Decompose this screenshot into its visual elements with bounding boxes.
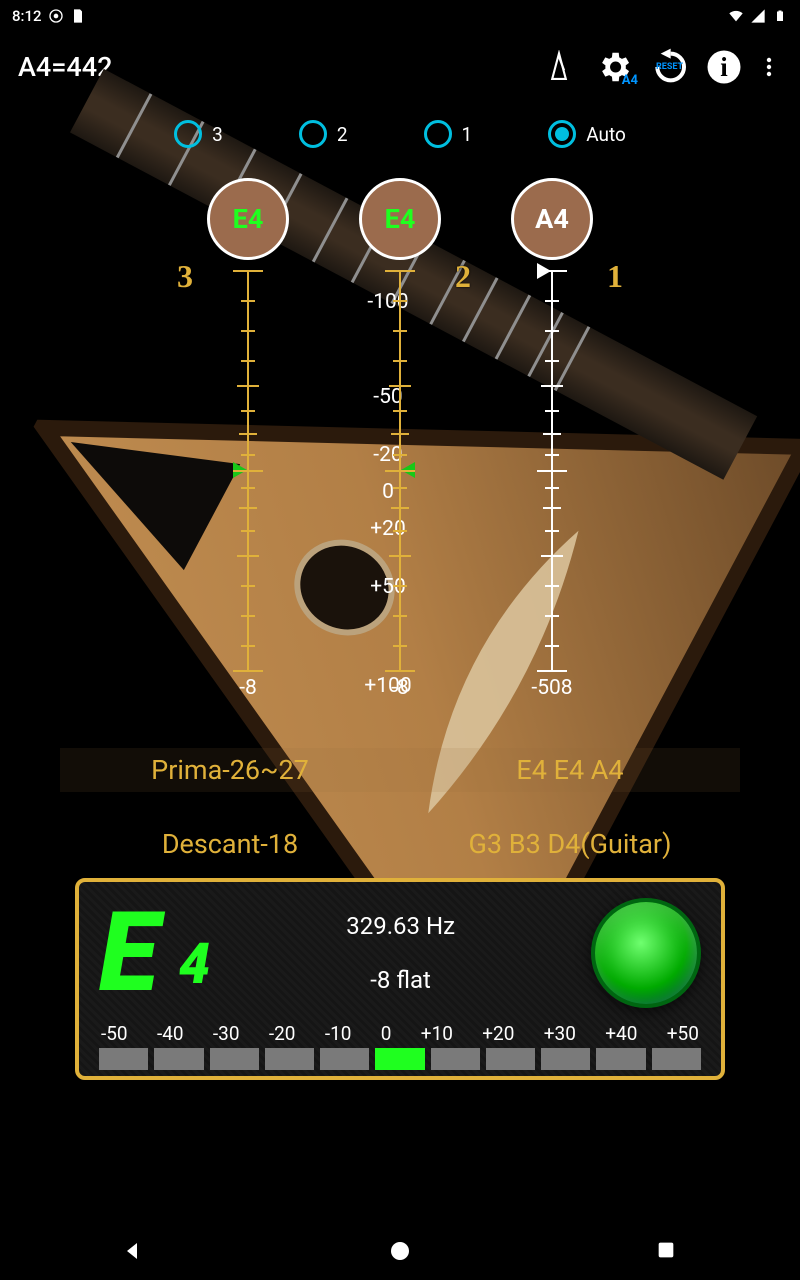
radio-label: Auto bbox=[586, 123, 626, 146]
pitch-ruler bbox=[397, 270, 403, 670]
string-select-row: 3 2 1 Auto bbox=[0, 120, 800, 148]
preset-e4e4a4[interactable]: E4 E4 A4 bbox=[400, 748, 740, 792]
note-circle[interactable]: E4 bbox=[207, 178, 289, 260]
cent-indicator-bars bbox=[99, 1048, 701, 1070]
status-time: 8:12 bbox=[12, 7, 42, 25]
note-label: A4 bbox=[535, 203, 569, 235]
radio-string-2[interactable]: 2 bbox=[299, 120, 348, 148]
info-icon[interactable]: i bbox=[701, 45, 746, 90]
nav-recent-icon[interactable] bbox=[655, 1239, 679, 1263]
preset-guitar[interactable]: G3 B3 D4(Guitar) bbox=[400, 822, 740, 866]
svg-text:i: i bbox=[720, 52, 728, 82]
radio-ring-icon bbox=[424, 120, 452, 148]
battery-icon bbox=[772, 8, 788, 24]
android-nav-bar bbox=[0, 1222, 800, 1280]
note-label: E4 bbox=[385, 203, 416, 235]
radio-label: 1 bbox=[462, 123, 473, 146]
radio-ring-icon bbox=[174, 120, 202, 148]
pitch-ruler bbox=[245, 270, 251, 670]
note-circle[interactable]: A4 bbox=[511, 178, 593, 260]
reset-icon[interactable]: RESET bbox=[646, 45, 691, 90]
nav-back-icon[interactable] bbox=[121, 1239, 145, 1263]
nav-home-icon[interactable] bbox=[388, 1239, 412, 1263]
preset-descant[interactable]: Descant-18 bbox=[60, 822, 400, 866]
radio-auto[interactable]: Auto bbox=[548, 120, 626, 148]
preset-prima[interactable]: Prima-26~27 bbox=[60, 748, 400, 792]
detected-note: E 4 bbox=[99, 909, 210, 997]
tuning-strings: E4 3 -8 E4 2 -8 A4 1 -508 bbox=[0, 178, 800, 700]
note-letter: E bbox=[99, 909, 159, 997]
radio-ring-icon bbox=[548, 120, 576, 148]
cents-value: -8 bbox=[391, 676, 409, 700]
string-number: 2 bbox=[455, 258, 471, 295]
signal-icon bbox=[750, 8, 766, 24]
status-sd-icon bbox=[70, 8, 86, 24]
radio-label: 2 bbox=[337, 123, 348, 146]
string-column-1: A4 1 -508 bbox=[511, 178, 593, 700]
overflow-menu-icon[interactable] bbox=[756, 45, 782, 90]
wifi-icon bbox=[728, 8, 744, 24]
cent-scale-labels: -50-40 -30-20 -100 +10+20 +30+40 +50 bbox=[99, 1022, 701, 1045]
reset-label: RESET bbox=[656, 62, 683, 72]
string-column-2: E4 2 -8 bbox=[359, 178, 441, 700]
note-label: E4 bbox=[233, 203, 264, 235]
settings-a4-icon[interactable]: A4 bbox=[591, 45, 636, 90]
radio-label: 3 bbox=[212, 123, 223, 146]
tune-indicator-led bbox=[591, 898, 701, 1008]
cents-offset: -8 flat bbox=[346, 966, 455, 994]
frequency-value: 329.63 Hz bbox=[346, 912, 455, 940]
string-column-3: E4 3 -8 bbox=[207, 178, 289, 700]
status-app1-icon bbox=[48, 8, 64, 24]
note-octave: 4 bbox=[179, 931, 210, 997]
a4-badge: A4 bbox=[622, 73, 638, 88]
string-number: 1 bbox=[607, 258, 623, 295]
pitch-ruler bbox=[549, 270, 555, 670]
string-number: 3 bbox=[177, 258, 193, 295]
radio-string-1[interactable]: 1 bbox=[424, 120, 473, 148]
cents-value: -8 bbox=[239, 676, 257, 700]
tuning-meter-panel: E 4 329.63 Hz -8 flat -50-40 -30-20 -100… bbox=[75, 878, 725, 1080]
radio-string-3[interactable]: 3 bbox=[174, 120, 223, 148]
note-circle[interactable]: E4 bbox=[359, 178, 441, 260]
radio-ring-icon bbox=[299, 120, 327, 148]
cents-value: -508 bbox=[531, 676, 572, 700]
preset-grid: Prima-26~27 E4 E4 A4 Descant-18 G3 B3 D4… bbox=[0, 748, 800, 866]
